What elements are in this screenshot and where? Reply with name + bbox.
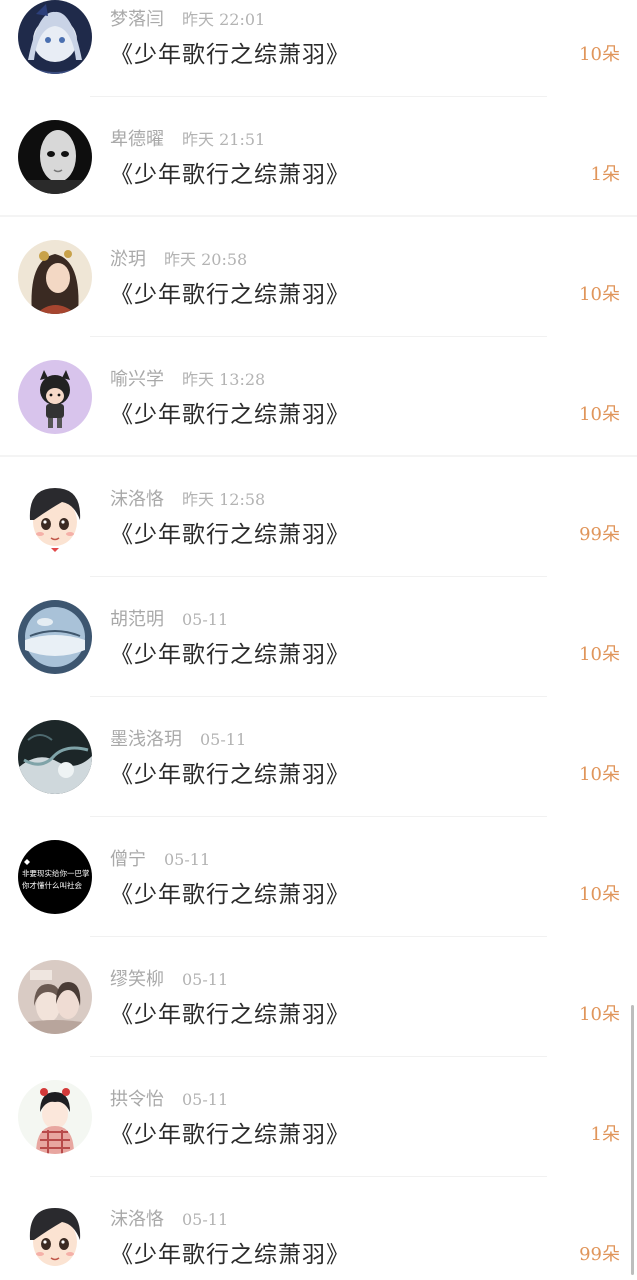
avatar[interactable]: [18, 480, 92, 554]
list-item[interactable]: 非要现实给你一巴掌 你才懂什么叫社会 僧宁 05-11 《少年歌行之综萧羽》 10…: [0, 817, 637, 937]
gift-title: 《少年歌行之综萧羽》: [110, 1122, 350, 1148]
user-meta: 僧宁 05-11: [110, 845, 210, 871]
avatar[interactable]: [18, 360, 92, 434]
user-meta: 梦落闫 昨天 22:01: [110, 5, 265, 31]
user-name: 沫洛恪: [110, 489, 164, 510]
gift-record-list: 梦落闫 昨天 22:01 《少年歌行之综萧羽》 10朵 卑德曜 昨天 21:51 《…: [0, 0, 637, 1280]
user-meta: 淤玥 昨天 20:58: [110, 245, 247, 271]
scarf-boy-avatar-icon: [18, 1080, 92, 1154]
user-name: 沫洛恪: [110, 1209, 164, 1230]
gift-title: 《少年歌行之综萧羽》: [110, 282, 350, 308]
anime-girl-avatar-icon: [18, 0, 92, 74]
avatar-text-line-1: 非要现实给你一巴掌: [22, 868, 90, 878]
gift-title: 《少年歌行之综萧羽》: [110, 402, 350, 428]
flower-count: 10朵: [579, 1004, 620, 1025]
list-item[interactable]: 墨浅洛玥 05-11 《少年歌行之综萧羽》 10朵: [0, 697, 637, 817]
crystal-ball-avatar-icon: [18, 600, 92, 674]
user-meta: 喻兴学 昨天 13:28: [110, 365, 265, 391]
user-meta: 墨浅洛玥 05-11: [110, 725, 246, 751]
avatar[interactable]: [18, 1080, 92, 1154]
avatar[interactable]: [18, 720, 92, 794]
gift-title: 《少年歌行之综萧羽》: [110, 882, 350, 908]
cartoon-boy-avatar-icon: [18, 1200, 92, 1274]
avatar[interactable]: [18, 120, 92, 194]
timestamp: 昨天 13:28: [182, 370, 266, 389]
avatar[interactable]: 非要现实给你一巴掌 你才懂什么叫社会: [18, 840, 92, 914]
user-meta: 胡范明 05-11: [110, 605, 228, 631]
flower-count: 10朵: [579, 284, 620, 305]
timestamp: 05-11: [182, 610, 229, 629]
user-name: 卑德曜: [110, 129, 164, 150]
scrollbar[interactable]: [631, 1005, 634, 1275]
cartoon-kid-avatar-icon: [18, 360, 92, 434]
user-name: 墨浅洛玥: [110, 729, 182, 750]
list-item[interactable]: 梦落闫 昨天 22:01 《少年歌行之综萧羽》 10朵: [0, 0, 637, 97]
timestamp: 昨天 22:01: [182, 10, 266, 29]
flower-count: 10朵: [579, 404, 620, 425]
user-meta: 沫洛恪 昨天 12:58: [110, 485, 265, 511]
avatar[interactable]: [18, 0, 92, 74]
gift-title: 《少年歌行之综萧羽》: [110, 1002, 350, 1028]
flower-count: 10朵: [579, 44, 620, 65]
user-name: 胡范明: [110, 609, 164, 630]
list-item[interactable]: 沫洛恪 05-11 《少年歌行之综萧羽》 99朵: [0, 1177, 637, 1280]
gift-title: 《少年歌行之综萧羽》: [110, 42, 350, 68]
timestamp: 05-11: [182, 1210, 229, 1229]
avatar[interactable]: [18, 240, 92, 314]
avatar-text-line-2: 你才懂什么叫社会: [22, 880, 82, 890]
list-item[interactable]: 喻兴学 昨天 13:28 《少年歌行之综萧羽》 10朵: [0, 337, 637, 457]
gift-title: 《少年歌行之综萧羽》: [110, 522, 350, 548]
user-meta: 卑德曜 昨天 21:51: [110, 125, 265, 151]
list-item[interactable]: 拱令怡 05-11 《少年歌行之综萧羽》 1朵: [0, 1057, 637, 1177]
ink-art-avatar-icon: [18, 720, 92, 794]
flower-count: 10朵: [579, 884, 620, 905]
drawn-couple-avatar-icon: [18, 960, 92, 1034]
user-name: 僧宁: [110, 849, 146, 870]
flower-count: 1朵: [590, 1124, 620, 1145]
user-name: 喻兴学: [110, 369, 164, 390]
avatar[interactable]: [18, 600, 92, 674]
user-name: 缪笑柳: [110, 969, 164, 990]
flower-count: 10朵: [579, 644, 620, 665]
list-item[interactable]: 缪笑柳 05-11 《少年歌行之综萧羽》 10朵: [0, 937, 637, 1057]
user-name: 拱令怡: [110, 1089, 164, 1110]
flower-count: 99朵: [579, 524, 620, 545]
timestamp: 05-11: [182, 1090, 229, 1109]
timestamp: 05-11: [200, 730, 247, 749]
list-item[interactable]: 沫洛恪 昨天 12:58 《少年歌行之综萧羽》 99朵: [0, 457, 637, 577]
gift-title: 《少年歌行之综萧羽》: [110, 762, 350, 788]
timestamp: 昨天 20:58: [164, 250, 248, 269]
timestamp: 05-11: [182, 970, 229, 989]
black-text-avatar-icon: 非要现实给你一巴掌 你才懂什么叫社会: [18, 840, 92, 914]
timestamp: 昨天 21:51: [182, 130, 266, 149]
avatar[interactable]: [18, 1200, 92, 1274]
user-name: 梦落闫: [110, 9, 164, 30]
avatar[interactable]: [18, 960, 92, 1034]
ancient-lady-avatar-icon: [18, 240, 92, 314]
user-name: 淤玥: [110, 249, 146, 270]
user-meta: 拱令怡 05-11: [110, 1085, 228, 1111]
cartoon-boy-avatar-icon: [18, 480, 92, 554]
gift-title: 《少年歌行之综萧羽》: [110, 642, 350, 668]
mask-avatar-icon: [18, 120, 92, 194]
user-meta: 沫洛恪 05-11: [110, 1205, 228, 1231]
flower-count: 1朵: [590, 164, 620, 185]
gift-title: 《少年歌行之综萧羽》: [110, 162, 350, 188]
list-item[interactable]: 胡范明 05-11 《少年歌行之综萧羽》 10朵: [0, 577, 637, 697]
list-item[interactable]: 淤玥 昨天 20:58 《少年歌行之综萧羽》 10朵: [0, 217, 637, 337]
timestamp: 05-11: [164, 850, 211, 869]
timestamp: 昨天 12:58: [182, 490, 266, 509]
list-item[interactable]: 卑德曜 昨天 21:51 《少年歌行之综萧羽》 1朵: [0, 97, 637, 217]
flower-count: 10朵: [579, 764, 620, 785]
gift-title: 《少年歌行之综萧羽》: [110, 1242, 350, 1268]
flower-count: 99朵: [579, 1244, 620, 1265]
user-meta: 缪笑柳 05-11: [110, 965, 228, 991]
